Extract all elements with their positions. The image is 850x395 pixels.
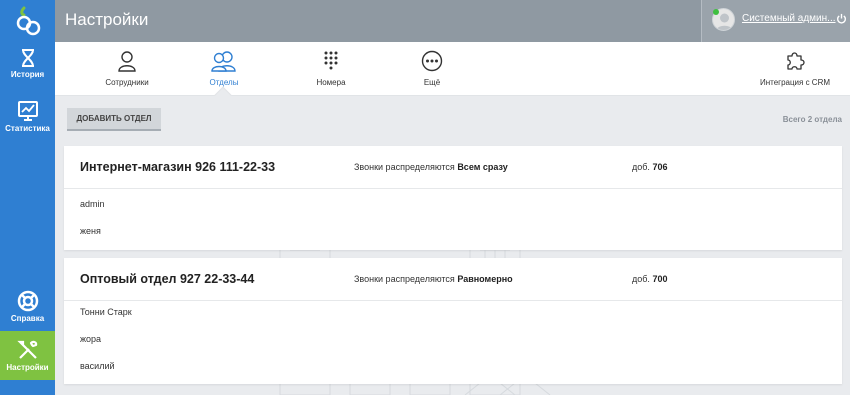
online-status-dot	[713, 9, 719, 15]
member-item: Тонни Старк	[80, 307, 132, 317]
sidebar: История Статистика Справка Настройки	[0, 0, 55, 395]
department-card-header[interactable]: Оптовый отдел 927 22-33-44 Звонки распре…	[64, 258, 842, 301]
sidebar-item-label: Настройки	[6, 363, 49, 372]
active-tab-pointer	[214, 86, 232, 104]
distribution-mode: Звонки распределяются Всем сразу	[354, 162, 508, 172]
settings-tabs: Сотрудники Отделы Номера Ещё Интеграция	[55, 42, 850, 104]
sidebar-item-label: История	[10, 70, 45, 79]
tab-label: Номера	[316, 78, 346, 87]
lifebuoy-icon	[17, 290, 38, 312]
tools-icon	[16, 340, 37, 359]
extension-number: доб. 706	[632, 162, 668, 172]
department-card: Интернет-магазин 926 111-22-33 Звонки ра…	[64, 146, 842, 250]
user-icon	[118, 51, 136, 72]
departments-total: Всего 2 отдела	[782, 115, 842, 124]
sidebar-item-help[interactable]: Справка	[0, 290, 55, 323]
member-item: женя	[80, 226, 101, 236]
sidebar-item-statistics[interactable]: Статистика	[0, 100, 55, 133]
keypad-icon	[324, 51, 338, 70]
chart-icon	[17, 101, 38, 121]
department-card-header[interactable]: Интернет-магазин 926 111-22-33 Звонки ра…	[64, 146, 842, 189]
tab-employees[interactable]: Сотрудники	[91, 50, 163, 87]
sidebar-item-history[interactable]: История	[0, 48, 55, 79]
tab-departments[interactable]: Отделы	[188, 50, 260, 87]
department-card: Оптовый отдел 927 22-33-44 Звонки распре…	[64, 258, 842, 384]
sidebar-item-settings[interactable]: Настройки	[0, 331, 55, 380]
tab-label: Отделы	[209, 78, 239, 87]
distribution-mode: Звонки распределяются Равномерно	[354, 274, 513, 284]
sidebar-item-label: Справка	[10, 314, 45, 323]
user-name-link[interactable]: Системный админ...	[742, 13, 836, 24]
member-item: жора	[80, 334, 102, 344]
department-name[interactable]: Оптовый отдел 927 22-33-44	[80, 272, 254, 286]
tab-label: Ещё	[423, 78, 441, 87]
member-item: admin	[80, 199, 105, 209]
logo[interactable]	[0, 0, 55, 42]
extension-number: доб. 700	[632, 274, 668, 284]
department-name[interactable]: Интернет-магазин 926 111-22-33	[80, 160, 275, 174]
user-menu[interactable]: Системный админ...	[701, 0, 850, 42]
hourglass-icon	[21, 49, 34, 67]
tab-more[interactable]: Ещё	[396, 50, 468, 87]
logo-icon	[16, 6, 40, 36]
power-icon[interactable]	[836, 13, 847, 24]
add-department-button[interactable]: ДОБАВИТЬ ОТДЕЛ	[67, 108, 161, 131]
tab-label: Сотрудники	[105, 78, 149, 87]
users-icon	[211, 51, 236, 72]
puzzle-icon	[787, 52, 805, 70]
more-icon	[421, 50, 443, 72]
header: Настройки Системный админ...	[55, 0, 850, 42]
page-title: Настройки	[65, 10, 149, 29]
tab-label: Интеграция с CRM	[759, 78, 831, 87]
sidebar-item-label: Статистика	[5, 124, 50, 133]
member-item: василий	[80, 361, 115, 371]
tab-crm-integration[interactable]: Интеграция с CRM	[750, 50, 840, 87]
tab-numbers[interactable]: Номера	[295, 50, 367, 87]
